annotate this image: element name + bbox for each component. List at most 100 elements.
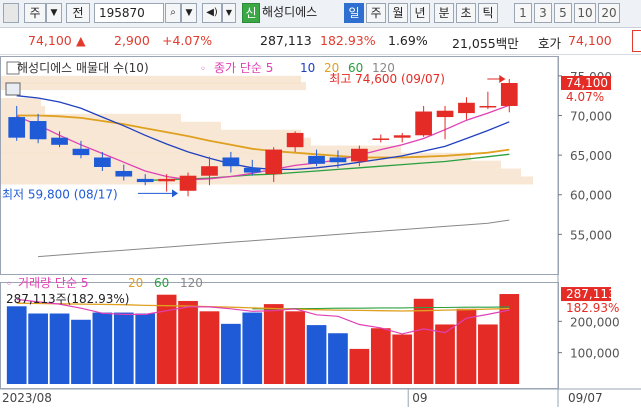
volume-legend-bullet-icon: ◦ (6, 279, 12, 290)
market-select[interactable]: 주 (24, 3, 46, 23)
volume-ratio-tag: 182.93% (566, 301, 619, 315)
volume-profile-bar-8 (1, 145, 401, 154)
volume-bar-6 (135, 313, 156, 384)
volume-profile-bar-7 (1, 137, 311, 146)
candle-body-10 (222, 157, 240, 167)
volume-profile-bar-1 (1, 82, 306, 91)
candle-body-20 (436, 110, 454, 118)
volume-bar-20 (435, 324, 455, 384)
volume-profile-bar-3 (1, 105, 45, 114)
price-ma-period-1: 20 (324, 61, 339, 75)
volume-ratio: 182.93% (320, 33, 376, 48)
volume-bar-11 (242, 312, 263, 384)
candle-body-17 (372, 138, 390, 140)
price-tick-label-1: 70,000 (570, 109, 612, 123)
volume-profile-bar-2 (1, 98, 41, 107)
candle-body-5 (115, 170, 133, 177)
price-tick-label-3: 60,000 (570, 189, 612, 203)
interval-button-4[interactable]: 20 (598, 3, 620, 23)
candle-body-2 (51, 137, 68, 145)
volume-bar-10 (221, 323, 241, 384)
candle-body-12 (265, 149, 283, 175)
sound-icon[interactable]: ◀) (202, 3, 222, 23)
volume-ma-period-2: 120 (180, 276, 203, 290)
new-badge[interactable]: 신 (242, 3, 260, 23)
candle-body-19 (415, 111, 432, 136)
candle-body-13 (286, 132, 304, 148)
candle-body-6 (136, 178, 154, 183)
volume-bar-16 (349, 348, 370, 384)
code-dropdown-icon[interactable]: ▼ (181, 3, 197, 23)
period-tab-0[interactable]: 일 (344, 3, 364, 23)
volume-bar-21 (456, 308, 477, 384)
volume-bar-3 (71, 319, 91, 384)
price-tick-label-4: 55,000 (570, 228, 612, 242)
price-tick-label-2: 65,000 (570, 149, 612, 163)
candle-body-16 (351, 148, 368, 162)
interval-button-0[interactable]: 1 (514, 3, 532, 23)
candle-body-9 (201, 166, 218, 176)
volume-bar-19 (413, 298, 434, 384)
volume-bar-9 (199, 311, 220, 384)
up-arrow-icon: ▲ (76, 33, 86, 48)
period-tab-5[interactable]: 초 (456, 3, 476, 23)
candle-body-21 (458, 102, 475, 114)
change-percent-tag: 4.07% (566, 90, 604, 104)
volume-bar-8 (178, 300, 198, 384)
volume-bar-15 (328, 333, 348, 384)
candle-body-4 (94, 157, 111, 167)
price-legend-name: 해성디에스 매물대 수(10) (17, 61, 149, 75)
mode-select[interactable]: 전 (66, 3, 90, 23)
period-tab-6[interactable]: 틱 (478, 3, 498, 23)
price-ma-period-0: 10 (300, 61, 315, 75)
candle-body-11 (243, 167, 261, 173)
x-axis-label-1: 09 (412, 391, 427, 405)
candle-body-18 (393, 135, 411, 138)
candle-body-0 (8, 117, 26, 138)
volume-profile-bar-12 (1, 176, 533, 185)
candle-body-3 (72, 148, 90, 156)
price-ma-label: 종가 단순 5 (214, 61, 273, 75)
stock-code-input[interactable]: 195870 (94, 3, 164, 23)
sound-dropdown-icon[interactable]: ▼ (222, 3, 236, 23)
volume-profile-bar-11 (1, 168, 521, 177)
period-tab-1[interactable]: 주 (366, 3, 386, 23)
volume-bar-5 (113, 312, 134, 384)
ask-label: 호가 (538, 36, 562, 51)
stock-chart[interactable]: 75,00070,00065,00060,00055,000최고 74,600 … (0, 56, 641, 407)
volume-ma-period-1: 60 (154, 276, 169, 290)
interval-button-2[interactable]: 5 (554, 3, 572, 23)
volume-bar-13 (285, 311, 305, 384)
candle-body-23 (500, 82, 518, 106)
turnover-rate: 1.69% (388, 33, 428, 48)
current-price-tag: 74,100 (566, 76, 608, 90)
market-dropdown-icon[interactable]: ▼ (46, 3, 62, 23)
price-ma-period-3: 120 (372, 61, 395, 75)
volume-bar-4 (92, 312, 113, 384)
period-tab-2[interactable]: 월 (388, 3, 408, 23)
period-tab-3[interactable]: 년 (410, 3, 430, 23)
interval-button-3[interactable]: 10 (574, 3, 596, 23)
candle-body-1 (29, 121, 47, 140)
toolbar: 주 ▼ 전 195870 ⌕ ▼ ◀) ▼ 신 해성디에스 일주월년분초틱 13… (0, 0, 641, 28)
x-axis-cursor-date: 09/07 (568, 391, 603, 405)
low-price-label: 최저 59,800 (08/17) (2, 187, 118, 201)
period-tab-4[interactable]: 분 (434, 3, 454, 23)
checkbox[interactable] (3, 3, 19, 23)
volume-bar-22 (478, 324, 498, 384)
volume-tick-label-1: 100,000 (570, 347, 620, 361)
interval-button-1[interactable]: 3 (534, 3, 552, 23)
volume-bar-12 (263, 304, 284, 384)
change-percent: +4.07% (162, 33, 213, 48)
stock-name: 해성디에스 (262, 5, 318, 19)
search-icon[interactable]: ⌕ (165, 3, 181, 23)
chart-area[interactable]: 75,00070,00065,00060,00055,000최고 74,600 … (0, 56, 641, 407)
current-price: 74,100 (28, 33, 72, 48)
legend-bullet-icon: ◦ (200, 64, 206, 75)
volume-bar-2 (49, 313, 70, 384)
candle-body-15 (329, 157, 347, 163)
x-axis-label-0: 2023/08 (2, 391, 52, 405)
volume: 287,113 (260, 33, 312, 48)
volume-bar-17 (370, 328, 391, 384)
volume-tick-label-0: 200,000 (570, 315, 620, 329)
